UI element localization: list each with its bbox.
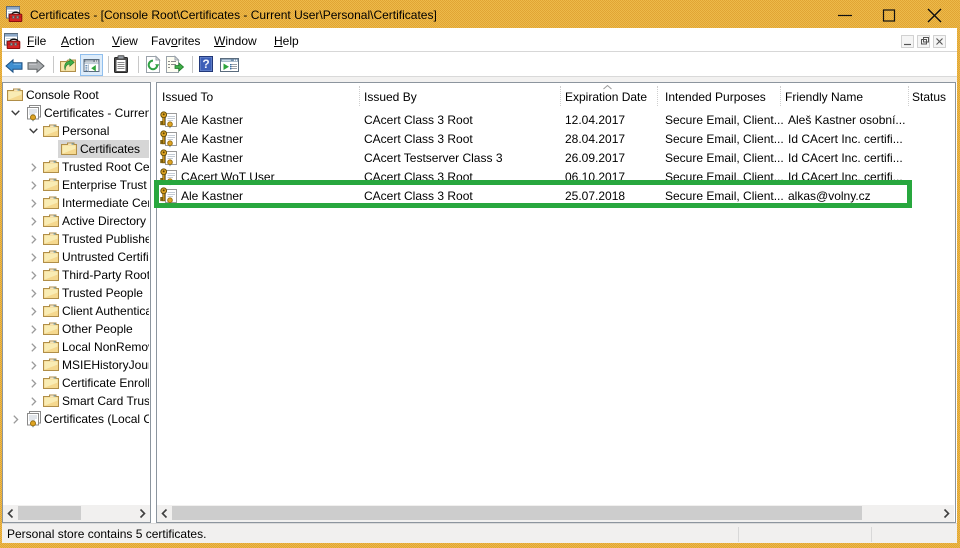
svg-text:?: ? (202, 57, 209, 71)
